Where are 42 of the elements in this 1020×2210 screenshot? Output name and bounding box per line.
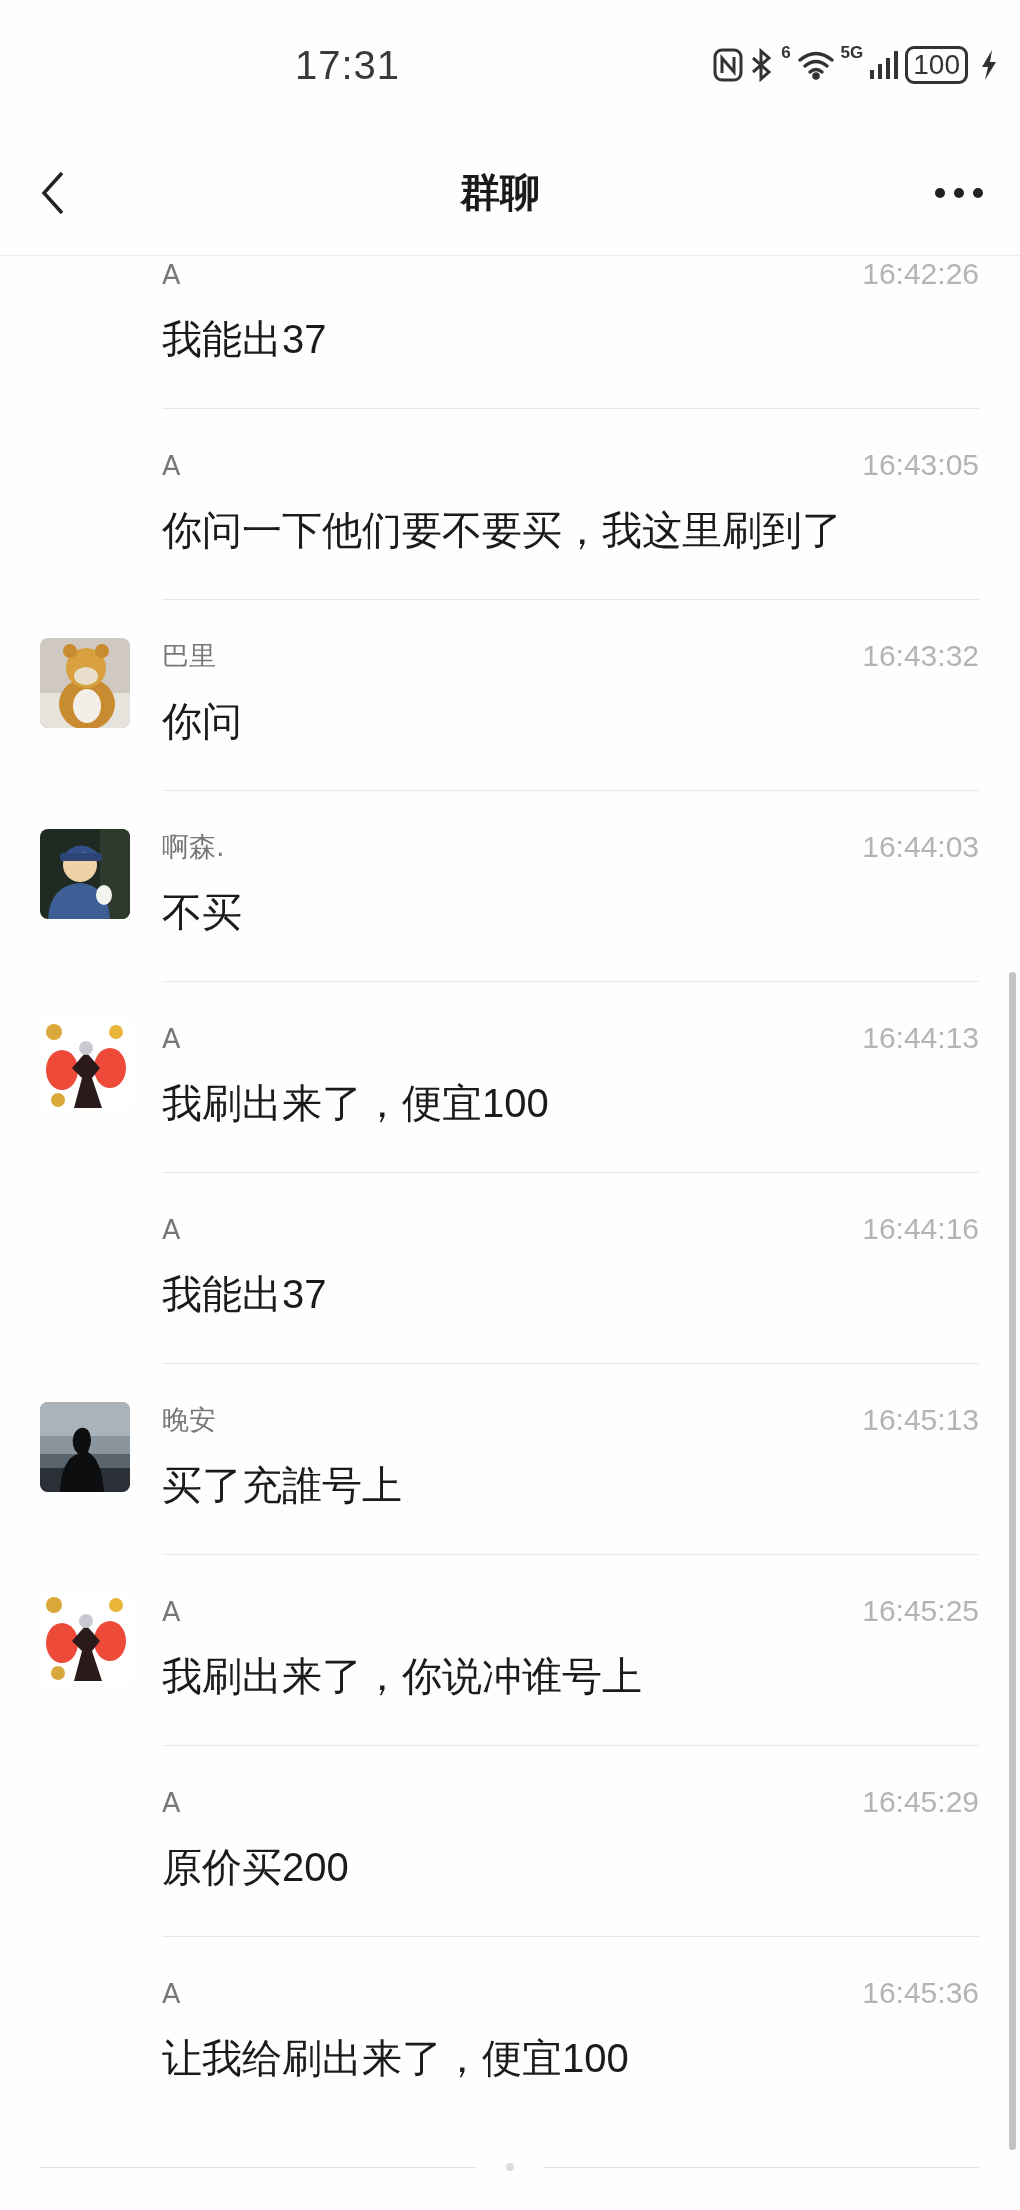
message-time: 16:43:05 [862,448,979,482]
sender-name: A [162,1977,181,2009]
message-time: 16:42:26 [862,257,979,291]
sender-name: A [162,258,181,290]
wifi-generation-label: 6 [781,43,791,63]
sender-name: A [162,1213,181,1245]
sender-name: A [162,449,181,481]
clock: 17:31 [295,42,401,88]
message-text: 我能出37 [162,316,328,363]
message-text: 我刷出来了，你说冲谁号上 [162,1653,643,1700]
message-time: 16:45:36 [862,1976,979,2010]
sender-name: 晚安 [162,1403,216,1437]
message-time: 16:45:13 [862,1403,979,1437]
scrollbar[interactable] [1009,972,1016,2150]
message-time: 16:44:13 [862,1021,979,1055]
network-label: 5G [840,43,864,63]
message-text: 你问 [162,698,243,745]
sender-name: A [162,1786,181,1818]
message-time: 16:44:16 [862,1212,979,1246]
message-time: 16:45:29 [862,1785,979,1819]
message-text: 我能出37 [162,1271,328,1318]
signal-icon [869,50,900,80]
more-icon [934,186,984,199]
battery-icon: 100 [905,46,968,84]
back-icon [40,170,66,215]
sender-name: 巴里 [162,639,216,673]
wifi-icon [796,50,835,80]
sender-name: 啊森. [162,830,225,864]
message-text: 买了充誰号上 [162,1462,403,1509]
message-time: 16:45:25 [862,1594,979,1628]
sender-name: A [162,1595,181,1627]
message-time: 16:43:32 [862,639,979,673]
message-time: 16:44:03 [862,830,979,864]
message-text: 原价买200 [162,1844,350,1891]
message-text: 你问一下他们要不要买，我这里刷到了 [162,507,843,554]
page-dot [505,2163,514,2171]
message-text: 我刷出来了，便宜100 [162,1080,550,1127]
message-text: 不买 [162,889,243,936]
page-title: 群聊 [460,168,540,217]
message-text: 让我给刷出来了，便宜100 [162,2035,630,2082]
sender-name: A [162,1022,181,1054]
nfc-icon [713,48,744,82]
